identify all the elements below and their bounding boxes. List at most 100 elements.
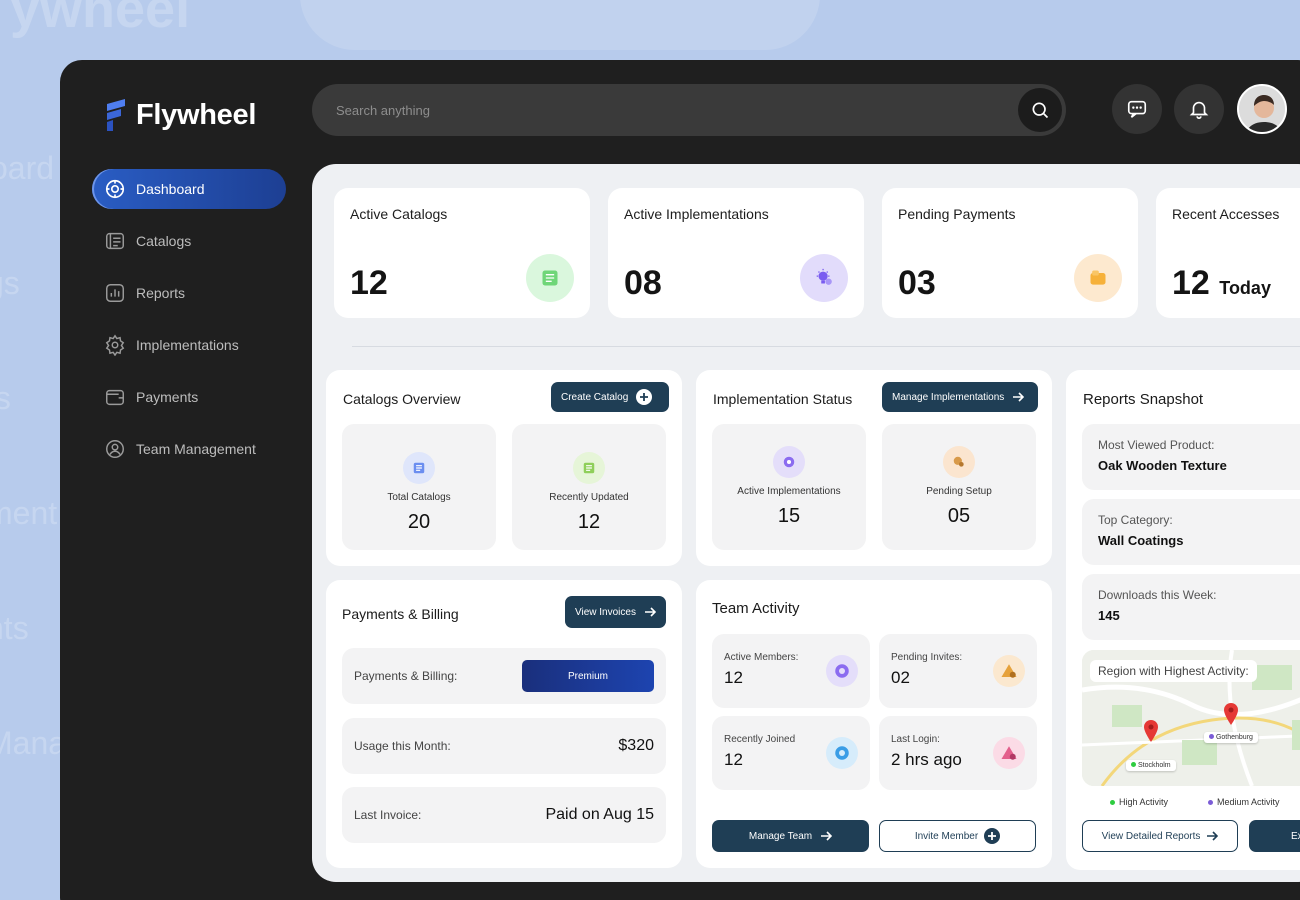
create-catalog-button[interactable]: Create Catalog: [551, 382, 669, 412]
map-place-label: Gothenburg: [1204, 732, 1258, 743]
card-title: Payments & Billing: [342, 606, 459, 622]
arrow-right-icon: [644, 607, 656, 617]
messages-button[interactable]: [1112, 84, 1162, 134]
view-detailed-reports-button[interactable]: View Detailed Reports: [1082, 820, 1238, 852]
plus-circle-icon: [636, 389, 653, 405]
pending-setup-tile[interactable]: Pending Setup 05: [882, 424, 1036, 550]
stat-value: 03: [898, 264, 936, 302]
sidebar-item-label: Dashboard: [136, 181, 205, 197]
stat-card-active-catalogs[interactable]: Active Catalogs 12: [334, 188, 590, 318]
reports-icon: [106, 284, 124, 302]
arrow-right-icon: [821, 831, 833, 841]
tile-value: 20: [407, 511, 431, 533]
gear-icon: [826, 737, 858, 769]
flywheel-logo-icon: [107, 99, 125, 131]
plan-badge[interactable]: Premium: [522, 660, 654, 692]
invite-member-button[interactable]: Invite Member: [879, 820, 1036, 852]
map-pin-icon[interactable]: [1223, 702, 1239, 726]
tile-label: Active Implementations: [737, 486, 841, 497]
stat-value: 08: [624, 264, 662, 302]
arrow-right-icon: [1207, 831, 1219, 841]
view-invoices-button[interactable]: View Invoices: [565, 596, 666, 628]
card-title: Catalogs Overview: [343, 391, 461, 407]
warning-icon: [993, 737, 1025, 769]
manage-team-button[interactable]: Manage Team: [712, 820, 869, 852]
top-category: Top Category: Wall Coatings: [1082, 499, 1300, 565]
stat-value: 12: [350, 264, 388, 302]
sidebar-item-label: Payments: [136, 389, 199, 405]
most-viewed-product: Most Viewed Product: Oak Wooden Texture: [1082, 424, 1300, 490]
chat-icon: [1127, 100, 1147, 118]
card-title: Team Activity: [712, 600, 800, 617]
pending-invites-tile[interactable]: Pending Invites: 02: [879, 634, 1037, 708]
usage-row: Usage this Month: $320: [342, 718, 666, 774]
active-members-tile[interactable]: Active Members: 12: [712, 634, 870, 708]
search-icon: [1032, 102, 1049, 119]
recently-updated-tile[interactable]: Recently Updated 12: [512, 424, 666, 550]
stat-label: Recent Accesses: [1172, 206, 1280, 222]
background-ghost-label: gs: [0, 265, 20, 301]
stat-card-active-implementations[interactable]: Active Implementations 08: [608, 188, 864, 318]
brand-logo[interactable]: Flywheel: [104, 98, 256, 132]
search-button[interactable]: [1018, 88, 1062, 132]
tile-label: Total Catalogs: [387, 492, 451, 503]
tile-label: Recently Updated: [549, 492, 629, 503]
legend-high-activity: High Activity: [1110, 797, 1168, 807]
stat-card-recent-accesses[interactable]: Recent Accesses 12 Today: [1156, 188, 1300, 318]
sidebar-item-dashboard[interactable]: Dashboard: [92, 169, 286, 209]
user-avatar-icon: [1239, 86, 1285, 132]
notifications-button[interactable]: [1174, 84, 1224, 134]
sidebar-item-payments[interactable]: Payments: [92, 377, 286, 417]
sidebar-item-reports[interactable]: Reports: [92, 273, 286, 313]
payments-billing-card: Payments & Billing View Invoices Payment…: [326, 580, 682, 868]
map-pin-icon[interactable]: [1143, 720, 1159, 742]
map-place-label: Stockholm: [1126, 760, 1176, 771]
legend-dot: [1110, 799, 1115, 805]
dashboard-icon: [105, 179, 125, 199]
user-avatar[interactable]: [1237, 84, 1287, 134]
arrow-right-icon: [1013, 392, 1025, 402]
gear-icon: [826, 655, 858, 687]
lightbulb-icon: [800, 254, 848, 302]
search-input[interactable]: [336, 102, 976, 118]
plan-row: Payments & Billing: Premium: [342, 648, 666, 704]
sidebar-item-implementations[interactable]: Implementations: [92, 325, 286, 365]
tile-label: Pending Setup: [926, 486, 992, 497]
sidebar-item-label: Reports: [136, 285, 186, 301]
stat-value: 12 Today: [1172, 264, 1271, 302]
activity-map[interactable]: Region with Highest Activity: Gothenburg…: [1082, 650, 1300, 786]
wallet-icon: [106, 389, 124, 406]
main-panel: Active Catalogs 12 Active Implementation…: [312, 164, 1300, 882]
legend-medium-activity: Medium Activity: [1208, 797, 1280, 807]
catalog-icon: [403, 452, 435, 484]
bell-icon: [1189, 101, 1209, 119]
map-label: Region with Highest Activity:: [1090, 660, 1257, 682]
gear-icon: [105, 334, 125, 356]
plus-circle-icon: [984, 828, 1001, 844]
last-login-tile[interactable]: Last Login: 2 hrs ago: [879, 716, 1037, 790]
last-invoice-row: Last Invoice: Paid on Aug 15: [342, 787, 666, 843]
stat-label: Active Implementations: [624, 206, 769, 222]
brand-name: Flywheel: [136, 98, 257, 131]
team-activity-card: Team Activity Active Members: 12 Pending…: [696, 580, 1052, 868]
active-implementations-tile[interactable]: Active Implementations 15: [712, 424, 866, 550]
tile-value: 12: [577, 511, 601, 533]
stat-label: Pending Payments: [898, 206, 1016, 222]
catalogs-overview-card: Catalogs Overview Create Catalog Total C…: [326, 370, 682, 566]
warning-icon: [993, 655, 1025, 687]
manage-implementations-button[interactable]: Manage Implementations: [882, 382, 1038, 412]
stat-card-pending-payments[interactable]: Pending Payments 03: [882, 188, 1138, 318]
catalog-icon: [526, 254, 574, 302]
legend-dot: [1208, 799, 1213, 805]
sidebar-item-team-management[interactable]: Team Management: [92, 429, 286, 469]
sidebar-item-catalogs[interactable]: Catalogs: [92, 221, 286, 261]
search-bar: [312, 84, 1066, 136]
sidebar-item-label: Catalogs: [136, 233, 192, 249]
total-catalogs-tile[interactable]: Total Catalogs 20: [342, 424, 496, 550]
background-ghost-label: ment: [0, 495, 58, 531]
background-ghost-label: nts: [0, 610, 29, 646]
export-button[interactable]: Ex: [1249, 820, 1300, 852]
sidebar-item-label: Implementations: [136, 337, 239, 353]
background-ghost-label: oard: [0, 150, 55, 186]
recently-joined-tile[interactable]: Recently Joined 12: [712, 716, 870, 790]
